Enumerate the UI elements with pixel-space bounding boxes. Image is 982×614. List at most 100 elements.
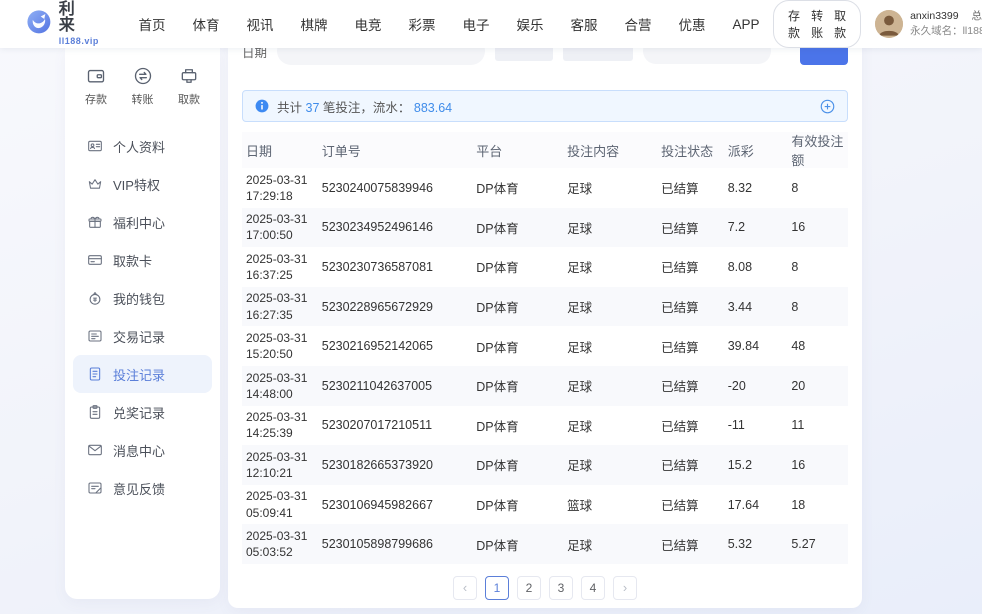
sidebar-item-welfare[interactable]: 福利中心 — [73, 203, 212, 241]
table-row: 2025-03-31 14:25:39 5230207017210511 DP体… — [242, 406, 848, 446]
nav-item-11[interactable]: 优惠 — [665, 14, 719, 34]
prize-icon — [87, 404, 103, 420]
sidebar-item-prize[interactable]: 兑奖记录 — [73, 393, 212, 431]
sidebar-item-feedback[interactable]: 意见反馈 — [73, 469, 212, 507]
summary-amount: 883.64 — [414, 101, 452, 115]
bet-content: 足球 — [563, 416, 657, 435]
sidebar-item-message[interactable]: 消息中心 — [73, 431, 212, 469]
pagination: ‹ 1234 › — [242, 576, 848, 600]
platform: DP体育 — [472, 455, 563, 474]
nav-item-10[interactable]: 合营 — [611, 14, 665, 34]
username[interactable]: anxin3399 — [910, 10, 958, 22]
next-page-button[interactable]: › — [613, 576, 637, 600]
order-number: 5230234952496146 — [318, 220, 473, 234]
nav-item-9[interactable]: 客服 — [557, 14, 611, 34]
payout: 7.2 — [724, 220, 788, 234]
table-body: 2025-03-31 17:29:18 5230240075839946 DP体… — [242, 168, 848, 564]
platform: DP体育 — [472, 257, 563, 276]
deposit-icon — [86, 66, 106, 86]
site-logo[interactable]: 利 来 ll188.vip — [26, 2, 103, 46]
valid-bet: 20 — [787, 379, 848, 393]
table-row: 2025-03-31 15:20:50 5230216952142065 DP体… — [242, 326, 848, 366]
nav-item-7[interactable]: 电子 — [449, 14, 503, 34]
nav-item-5[interactable]: 电竞 — [341, 14, 395, 34]
platform: DP体育 — [472, 535, 563, 554]
wallet-actions-pill: 存款转账取款 — [773, 0, 861, 48]
sidebar-item-bankcard[interactable]: 取款卡 — [73, 241, 212, 279]
menu-item-label: 取款卡 — [113, 251, 152, 270]
bet-content: 足球 — [563, 376, 657, 395]
summary-bar: 共计 37 笔投注，流水： 883.64 — [242, 90, 848, 122]
quick-action-deposit[interactable]: 存款 — [85, 66, 107, 107]
bet-records-panel: 日期 共计 37 笔投注，流水： 883.64 日期订单号平台投注内容投注状态派… — [228, 28, 862, 608]
sidebar-item-bet[interactable]: 投注记录 — [73, 355, 212, 393]
bet-date: 2025-03-31 — [246, 488, 314, 504]
wallet-action[interactable]: 存款 — [788, 7, 800, 41]
profile-icon — [87, 138, 103, 154]
nav-item-4[interactable]: 棋牌 — [287, 14, 341, 34]
nav-item-8[interactable]: 娱乐 — [503, 14, 557, 34]
bet-table: 日期订单号平台投注内容投注状态派彩有效投注额 2025-03-31 17:29:… — [242, 132, 848, 564]
page-3-button[interactable]: 3 — [549, 576, 573, 600]
bet-content: 足球 — [563, 535, 657, 554]
header-right: 存款转账取款 anxin3399 总资产： 1363.49元 永久域名：ll18… — [773, 0, 982, 48]
nav-item-2[interactable]: 体育 — [179, 14, 233, 34]
side-menu: 个人资料 VIP特权 福利中心 取款卡 我的钱包 交易记录 投注记录 兑奖记录 … — [65, 127, 220, 507]
payout: 8.08 — [724, 260, 788, 274]
bet-time: 17:00:50 — [246, 227, 314, 243]
payout: 17.64 — [724, 498, 788, 512]
nav-item-12[interactable]: APP — [719, 17, 773, 32]
valid-bet: 16 — [787, 458, 848, 472]
bet-status: 已结算 — [657, 495, 724, 514]
vip-icon — [87, 176, 103, 192]
quick-action-label: 转账 — [132, 91, 154, 107]
menu-item-label: 消息中心 — [113, 441, 165, 460]
order-number: 5230105898799686 — [318, 537, 473, 551]
bet-date: 2025-03-31 — [246, 172, 314, 188]
bet-time: 16:37:25 — [246, 267, 314, 283]
table-row: 2025-03-31 17:00:50 5230234952496146 DP体… — [242, 208, 848, 248]
valid-bet: 18 — [787, 498, 848, 512]
payout: 39.84 — [724, 339, 788, 353]
wallet-action[interactable]: 取款 — [834, 7, 846, 41]
bet-time: 12:10:21 — [246, 465, 314, 481]
order-number: 5230106945982667 — [318, 498, 473, 512]
logo-title: 利 来 — [59, 2, 103, 34]
nav-item-1[interactable]: 首页 — [125, 14, 179, 34]
sidebar-item-wallet[interactable]: 我的钱包 — [73, 279, 212, 317]
summary-count: 37 — [306, 101, 320, 115]
page-4-button[interactable]: 4 — [581, 576, 605, 600]
valid-bet: 8 — [787, 260, 848, 274]
quick-action-withdraw[interactable]: 取款 — [178, 66, 200, 107]
bankcard-icon — [87, 252, 103, 268]
payout: 5.32 — [724, 537, 788, 551]
page-1-button[interactable]: 1 — [485, 576, 509, 600]
column-header: 投注内容 — [563, 141, 657, 160]
order-number: 5230182665373920 — [318, 458, 473, 472]
table-row: 2025-03-31 05:09:41 5230106945982667 DP体… — [242, 485, 848, 525]
platform: DP体育 — [472, 416, 563, 435]
bet-time: 17:29:18 — [246, 188, 314, 204]
wallet-action[interactable]: 转账 — [811, 7, 823, 41]
summary-prefix: 共计 — [277, 101, 302, 115]
sidebar-item-profile[interactable]: 个人资料 — [73, 127, 212, 165]
platform: DP体育 — [472, 178, 563, 197]
bet-status: 已结算 — [657, 337, 724, 356]
nav-item-6[interactable]: 彩票 — [395, 14, 449, 34]
order-number: 5230207017210511 — [318, 418, 473, 432]
prev-page-button[interactable]: ‹ — [453, 576, 477, 600]
nav-item-3[interactable]: 视讯 — [233, 14, 287, 34]
quick-action-transfer[interactable]: 转账 — [132, 66, 154, 107]
plus-circle-icon[interactable] — [820, 99, 835, 114]
feedback-icon — [87, 480, 103, 496]
payout: 15.2 — [724, 458, 788, 472]
quick-action-label: 取款 — [178, 91, 200, 107]
bet-time: 14:48:00 — [246, 386, 314, 402]
bet-status: 已结算 — [657, 376, 724, 395]
bet-time: 16:27:35 — [246, 307, 314, 323]
sidebar-item-vip[interactable]: VIP特权 — [73, 165, 212, 203]
sidebar-item-trade[interactable]: 交易记录 — [73, 317, 212, 355]
avatar[interactable] — [875, 10, 903, 38]
bet-date: 2025-03-31 — [246, 370, 314, 386]
page-2-button[interactable]: 2 — [517, 576, 541, 600]
